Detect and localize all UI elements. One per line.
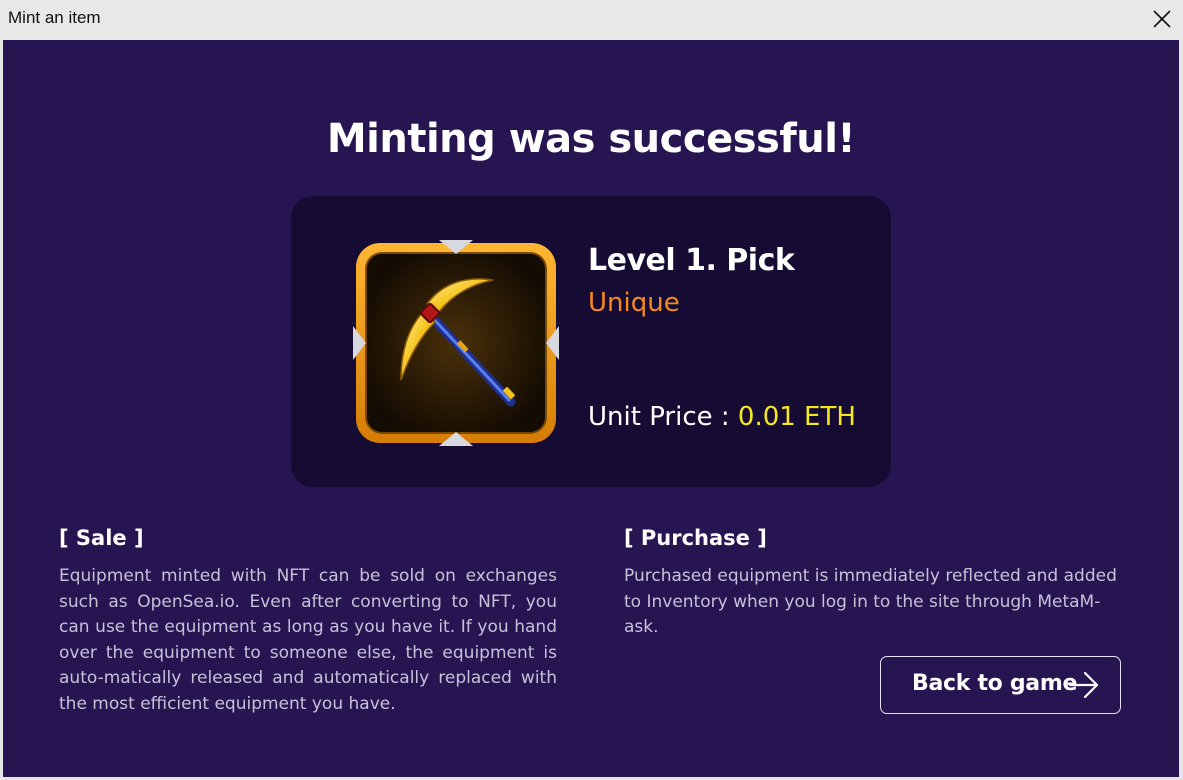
dialog-content: Minting was successful! Level 1. Pick Un… [3, 40, 1179, 777]
item-name: Level 1. Pick [588, 243, 795, 278]
close-icon [1153, 10, 1171, 28]
unit-price-value: 0.01 ETH [737, 402, 856, 432]
back-to-game-button[interactable]: Back to game [880, 656, 1121, 714]
back-to-game-label: Back to game [912, 671, 1078, 696]
purchase-description: Purchased equipment is immediately refle… [624, 566, 1117, 638]
title-bar: Mint an item [0, 0, 1183, 39]
window-title: Mint an item [8, 8, 101, 27]
unit-price: Unit Price : 0.01 ETH [588, 402, 856, 432]
sale-title: [ Sale ] [59, 526, 144, 550]
mint-dialog: Mint an item Minting was successful! Lev… [0, 0, 1183, 780]
purchase-title: [ Purchase ] [624, 526, 767, 550]
success-heading: Minting was successful! [326, 116, 856, 162]
pickaxe-icon [353, 240, 559, 446]
unit-price-label: Unit Price : [588, 402, 738, 432]
sale-description: Equipment minted with NFT can be sold on… [59, 566, 557, 714]
item-card: Level 1. Pick Unique Unit Price : 0.01 E… [291, 196, 891, 487]
arrow-right-icon [1068, 671, 1099, 699]
close-button[interactable] [1148, 5, 1176, 33]
item-rarity: Unique [588, 288, 680, 318]
